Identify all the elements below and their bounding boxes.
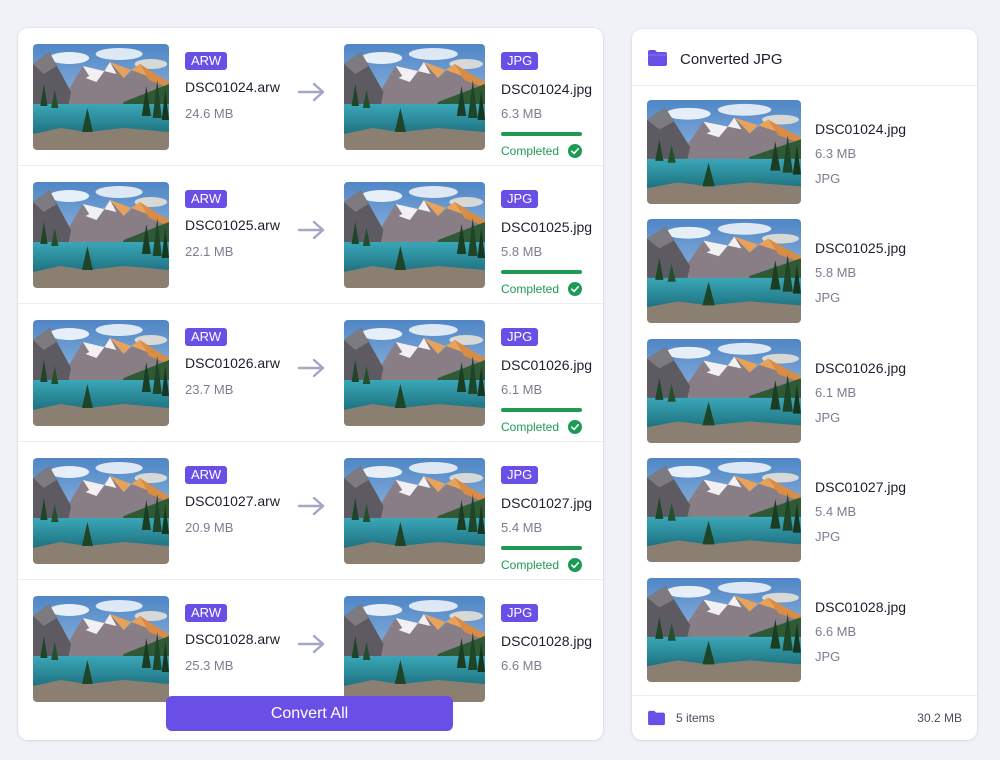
output-file-name: DSC01024.jpg <box>501 81 593 97</box>
file-size: 6.6 MB <box>815 624 857 639</box>
arrow-right-icon <box>297 496 325 516</box>
progress-bar <box>501 270 582 274</box>
output-file-size: 5.8 MB <box>501 244 543 259</box>
source-file-name: DSC01025.arw <box>185 217 280 233</box>
output-format-badge: JPG <box>501 52 539 70</box>
output-format-badge: JPG <box>501 604 539 622</box>
panel-title: Converted JPG <box>680 51 783 68</box>
output-list-item[interactable]: DSC01024.jpg 6.3 MB JPG <box>632 100 977 219</box>
source-file-name: DSC01027.arw <box>185 493 280 509</box>
progress-bar <box>501 132 582 136</box>
total-size: 30.2 MB <box>917 711 962 725</box>
panel-footer: 5 items 30.2 MB <box>632 695 977 740</box>
check-circle-icon <box>568 282 582 296</box>
file-thumbnail[interactable] <box>647 219 801 323</box>
source-thumbnail[interactable] <box>33 320 169 426</box>
output-file-name: DSC01027.jpg <box>501 495 593 511</box>
folder-icon <box>648 710 665 726</box>
source-file-size: 25.3 MB <box>185 658 234 673</box>
file-type: JPG <box>815 529 841 544</box>
file-type: JPG <box>815 649 841 664</box>
source-format-badge: ARW <box>185 52 228 70</box>
conversion-panel: ARW DSC01024.arw 24.6 MB JPG DSC01024.jp… <box>18 28 603 740</box>
output-thumbnail[interactable] <box>344 458 485 564</box>
file-name: DSC01027.jpg <box>815 479 907 495</box>
file-type: JPG <box>815 410 841 425</box>
source-file-name: DSC01028.arw <box>185 631 280 647</box>
file-name: DSC01028.jpg <box>815 599 907 615</box>
file-thumbnail[interactable] <box>647 458 801 562</box>
file-size: 6.3 MB <box>815 146 857 161</box>
file-size: 6.1 MB <box>815 385 857 400</box>
source-thumbnail[interactable] <box>33 596 169 702</box>
output-list-item[interactable]: DSC01025.jpg 5.8 MB JPG <box>632 219 977 338</box>
output-file-name: DSC01028.jpg <box>501 633 593 649</box>
conversion-row: ARW DSC01024.arw 24.6 MB JPG DSC01024.jp… <box>18 28 603 166</box>
file-size: 5.4 MB <box>815 504 857 519</box>
output-format-badge: JPG <box>501 328 539 346</box>
source-format-badge: ARW <box>185 604 228 622</box>
arrow-right-icon <box>297 220 325 240</box>
source-format-badge: ARW <box>185 190 228 208</box>
file-thumbnail[interactable] <box>647 578 801 682</box>
output-file-size: 6.3 MB <box>501 106 543 121</box>
source-file-name: DSC01026.arw <box>185 355 280 371</box>
output-list-item[interactable]: DSC01028.jpg 6.6 MB JPG <box>632 578 977 697</box>
output-thumbnail[interactable] <box>344 44 485 150</box>
conversion-row: ARW DSC01026.arw 23.7 MB JPG DSC01026.jp… <box>18 304 603 442</box>
panel-header: Converted JPG <box>632 29 977 86</box>
check-circle-icon <box>568 558 582 572</box>
status-label: Completed <box>501 144 560 158</box>
source-format-badge: ARW <box>185 328 228 346</box>
output-thumbnail[interactable] <box>344 320 485 426</box>
progress-bar <box>501 408 582 412</box>
arrow-right-icon <box>297 634 325 654</box>
output-format-badge: JPG <box>501 190 539 208</box>
status-label: Completed <box>501 282 560 296</box>
source-format-badge: ARW <box>185 466 228 484</box>
folder-icon <box>648 50 667 66</box>
source-thumbnail[interactable] <box>33 182 169 288</box>
file-name: DSC01024.jpg <box>815 121 907 137</box>
item-count: 5 items <box>676 711 715 725</box>
source-file-size: 23.7 MB <box>185 382 234 397</box>
output-list-item[interactable]: DSC01027.jpg 5.4 MB JPG <box>632 458 977 577</box>
convert-all-button[interactable]: Convert All <box>166 696 453 731</box>
conversion-row: ARW DSC01027.arw 20.9 MB JPG DSC01027.jp… <box>18 442 603 580</box>
output-file-name: DSC01025.jpg <box>501 219 593 235</box>
file-type: JPG <box>815 171 841 186</box>
source-thumbnail[interactable] <box>33 44 169 150</box>
output-file-size: 5.4 MB <box>501 520 543 535</box>
status-label: Completed <box>501 558 560 572</box>
file-name: DSC01025.jpg <box>815 240 907 256</box>
file-thumbnail[interactable] <box>647 100 801 204</box>
status-label: Completed <box>501 420 560 434</box>
progress-bar <box>501 546 582 550</box>
output-thumbnail[interactable] <box>344 596 485 702</box>
output-list-item[interactable]: DSC01026.jpg 6.1 MB JPG <box>632 339 977 458</box>
converted-files-panel: Converted JPG DSC01024.jpg 6.3 MB JPG DS… <box>632 29 977 740</box>
source-file-name: DSC01024.arw <box>185 79 280 95</box>
check-circle-icon <box>568 144 582 158</box>
conversion-row: ARW DSC01025.arw 22.1 MB JPG DSC01025.jp… <box>18 166 603 304</box>
file-name: DSC01026.jpg <box>815 360 907 376</box>
output-file-size: 6.6 MB <box>501 658 543 673</box>
output-thumbnail[interactable] <box>344 182 485 288</box>
file-type: JPG <box>815 290 841 305</box>
file-thumbnail[interactable] <box>647 339 801 443</box>
source-thumbnail[interactable] <box>33 458 169 564</box>
source-file-size: 20.9 MB <box>185 520 234 535</box>
output-file-size: 6.1 MB <box>501 382 543 397</box>
source-file-size: 22.1 MB <box>185 244 234 259</box>
output-format-badge: JPG <box>501 466 539 484</box>
arrow-right-icon <box>297 82 325 102</box>
source-file-size: 24.6 MB <box>185 106 234 121</box>
check-circle-icon <box>568 420 582 434</box>
file-size: 5.8 MB <box>815 265 857 280</box>
output-file-name: DSC01026.jpg <box>501 357 593 373</box>
arrow-right-icon <box>297 358 325 378</box>
